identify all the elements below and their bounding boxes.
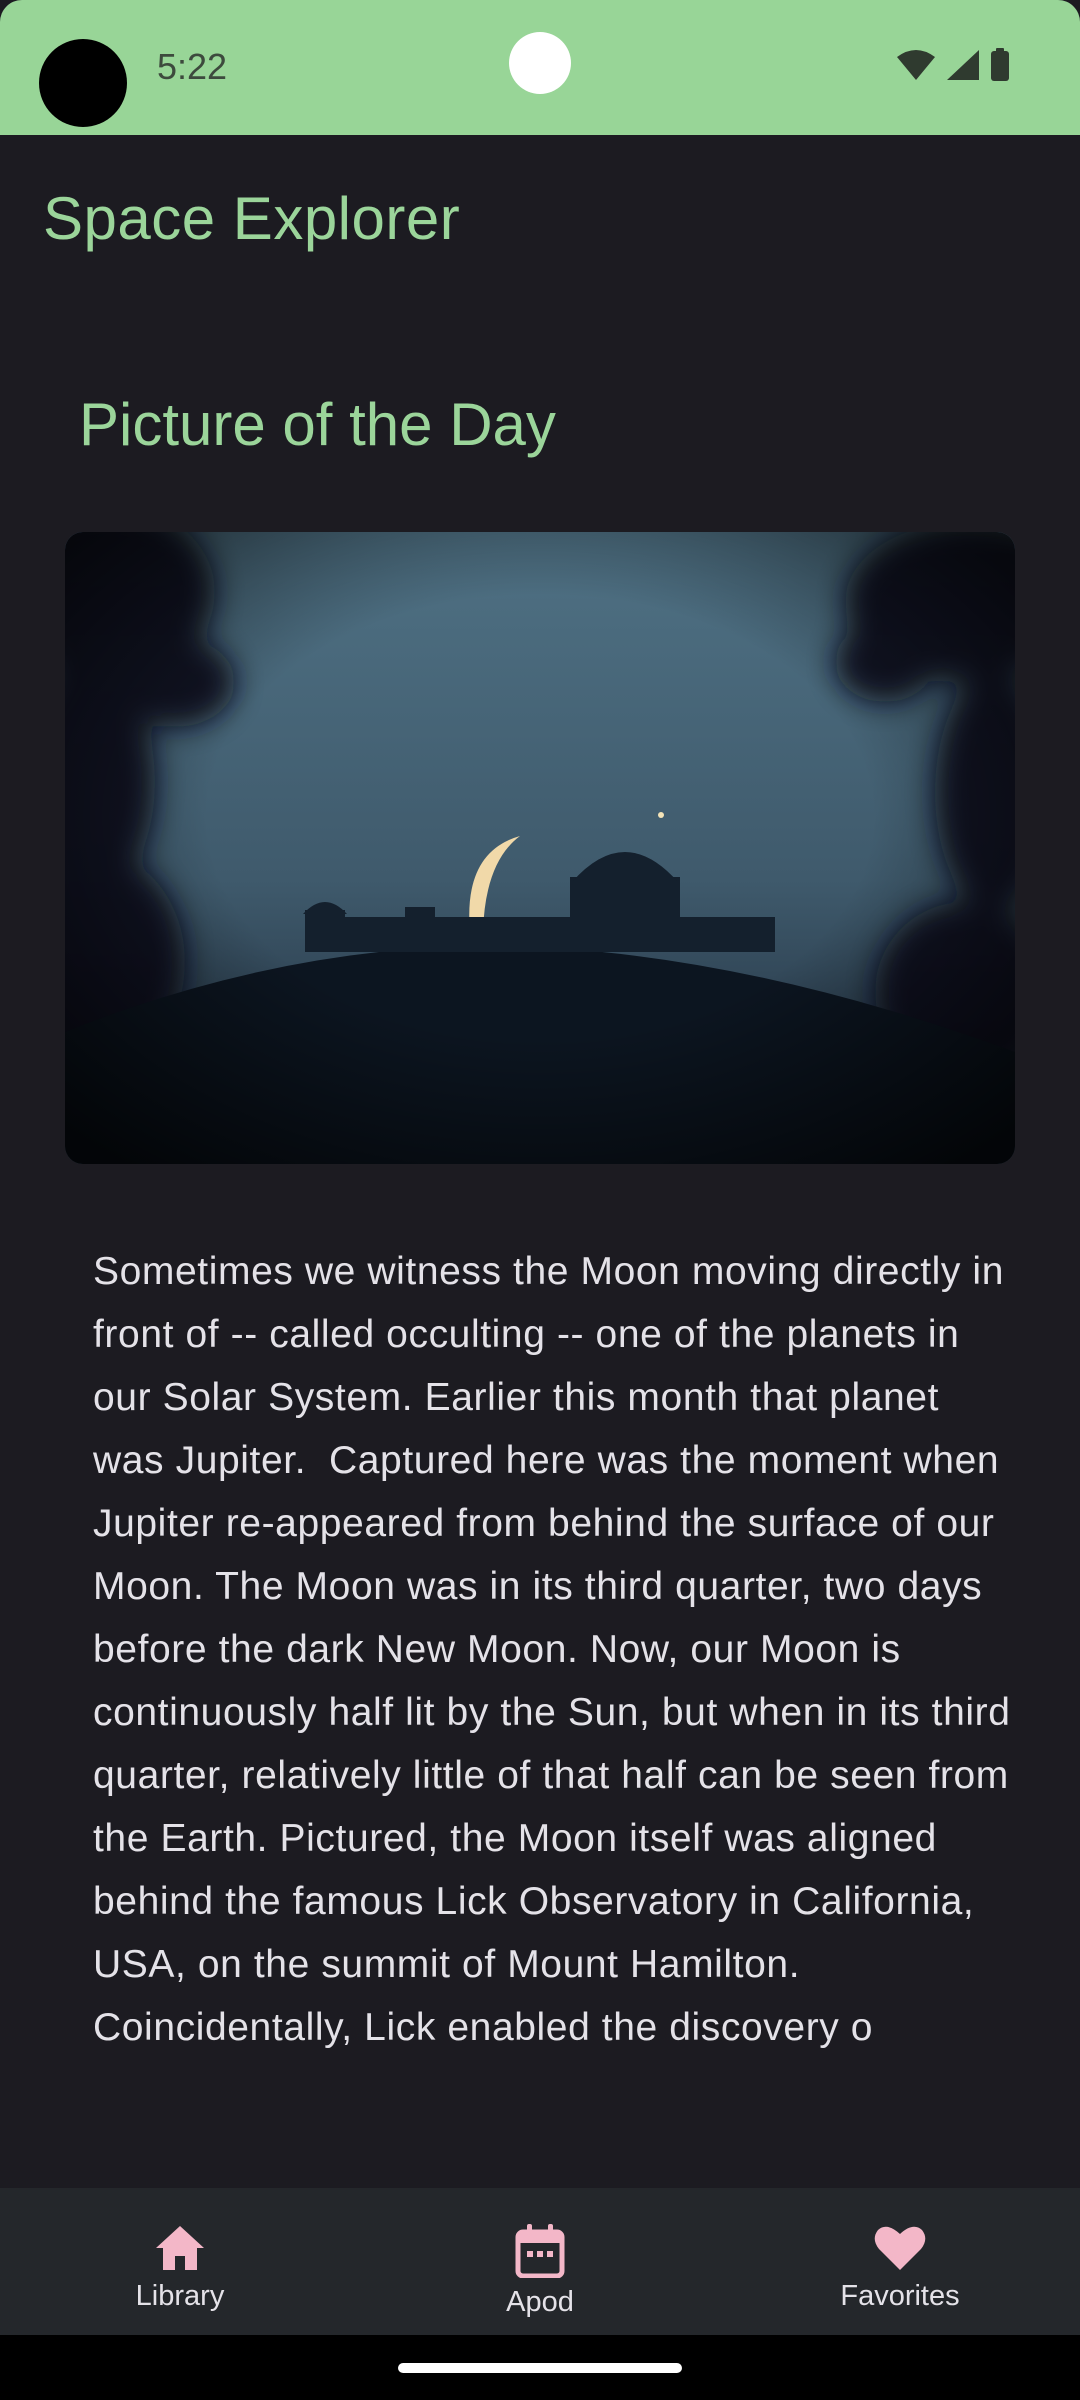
heart-icon [873,2224,927,2272]
status-icons [896,48,1010,82]
cellular-signal-icon [946,49,980,81]
nav-item-apod[interactable]: Apod [360,2188,720,2335]
nav-item-favorites[interactable]: Favorites [720,2188,1080,2335]
nav-label-favorites: Favorites [840,2280,960,2312]
gesture-handle[interactable] [398,2363,682,2373]
calendar-icon [515,2224,565,2278]
apod-description-container[interactable]: Sometimes we witness the Moon moving dir… [93,1240,1013,2150]
gesture-navigation-area [0,2335,1080,2400]
nav-label-apod: Apod [506,2286,574,2318]
home-icon [154,2224,206,2272]
nav-label-library: Library [135,2280,225,2312]
status-time: 5:22 [157,46,228,87]
wifi-icon [896,49,936,81]
nav-item-library[interactable]: Library [0,2188,360,2335]
app-title: Space Explorer [43,185,461,252]
status-bar: 5:22 [0,0,1080,135]
front-sensor [509,32,571,94]
apod-image[interactable] [65,532,1015,1164]
bottom-navigation: Library Apod Favorites [0,2188,1080,2335]
section-heading: Picture of the Day [79,391,556,458]
camera-cutout [39,39,127,127]
battery-icon [990,48,1010,82]
apod-description: Sometimes we witness the Moon moving dir… [93,1250,1011,2049]
